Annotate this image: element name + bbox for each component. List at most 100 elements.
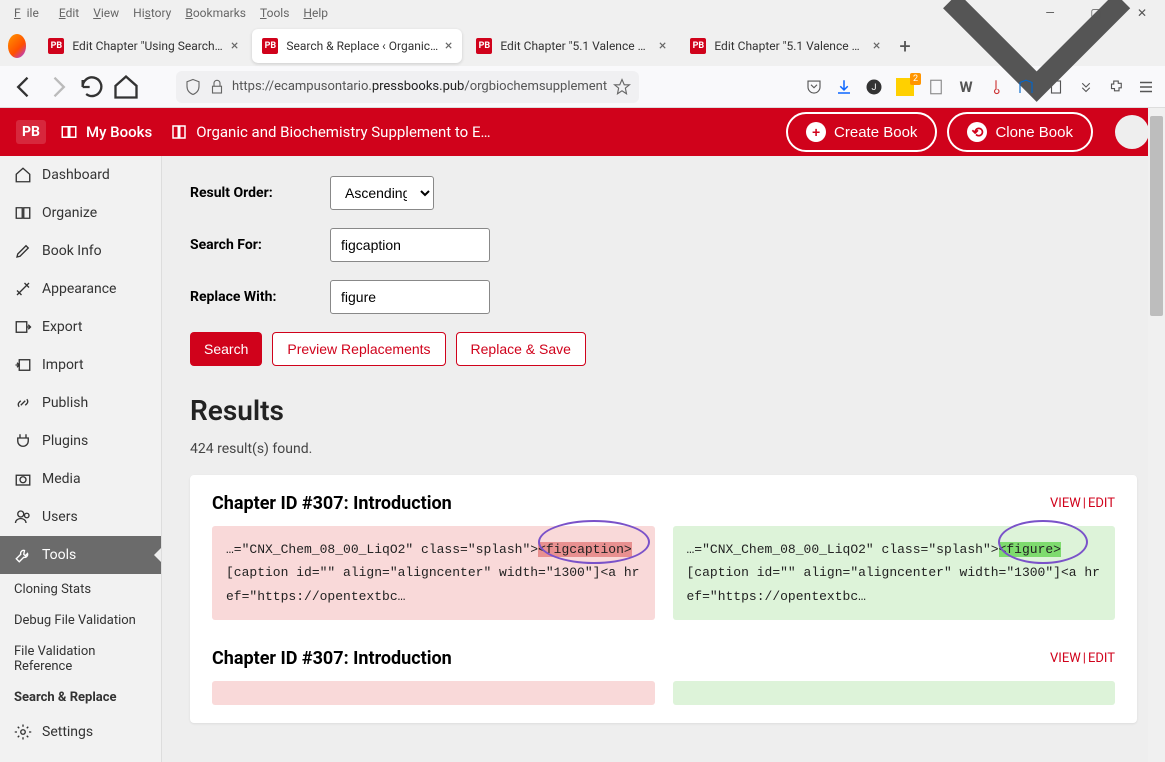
- sidebar-sub-search-replace[interactable]: Search & Replace: [0, 682, 161, 713]
- search-button[interactable]: Search: [190, 332, 262, 366]
- menu-help[interactable]: Help: [297, 4, 334, 22]
- wrench-icon: [14, 546, 32, 564]
- plug-icon: [14, 432, 32, 450]
- diff-new: [673, 681, 1116, 705]
- book-title-link[interactable]: Organic and Biochemistry Supplement to E…: [170, 123, 786, 141]
- sidebar-item-plugins[interactable]: Plugins: [0, 422, 161, 460]
- result-order-select[interactable]: Ascending: [330, 176, 434, 210]
- extension-icon[interactable]: 2: [895, 77, 915, 97]
- reload-button[interactable]: [78, 73, 106, 101]
- replace-save-button[interactable]: Replace & Save: [456, 332, 586, 366]
- pb-logo-icon[interactable]: PB: [16, 120, 46, 144]
- sidebar-item-export[interactable]: Export: [0, 308, 161, 346]
- sidebar-item-import[interactable]: Import: [0, 346, 161, 384]
- tab-close-icon[interactable]: ×: [659, 38, 666, 54]
- diff-old: …="CNX_Chem_08_00_LiqO2" class="splash">…: [212, 526, 655, 620]
- browser-tab-active[interactable]: PB Search & Replace ‹ Organic and ×: [252, 29, 462, 63]
- sidebar-item-appearance[interactable]: Appearance: [0, 270, 161, 308]
- menu-edit[interactable]: Edit: [53, 4, 85, 22]
- favicon-icon: PB: [690, 38, 706, 54]
- sidebar-item-book-info[interactable]: Book Info: [0, 232, 161, 270]
- window-minimize[interactable]: —: [1027, 0, 1073, 26]
- extensions-icon[interactable]: [1107, 78, 1125, 96]
- tab-close-icon[interactable]: ×: [873, 38, 880, 54]
- menu-file[interactable]: File: [8, 4, 51, 22]
- pocket-icon[interactable]: [805, 78, 823, 96]
- menu-view[interactable]: View: [87, 4, 125, 22]
- new-tab-button[interactable]: +: [894, 32, 915, 60]
- forward-button[interactable]: [44, 73, 72, 101]
- browser-tab[interactable]: PB Edit Chapter "5.1 Valence Bond ×: [466, 29, 676, 63]
- edit-link[interactable]: EDIT: [1088, 496, 1115, 511]
- link-icon: [14, 394, 32, 412]
- tab-label: Search & Replace ‹ Organic and: [286, 39, 439, 53]
- tab-close-icon[interactable]: ×: [231, 38, 238, 54]
- menu-history[interactable]: History: [127, 4, 177, 22]
- star-icon[interactable]: [613, 78, 631, 96]
- sidebar-item-organize[interactable]: Organize: [0, 194, 161, 232]
- sidebar-sub-debug[interactable]: Debug File Validation: [0, 605, 161, 636]
- export-icon: [14, 318, 32, 336]
- sidebar-item-users[interactable]: Users: [0, 498, 161, 536]
- book-open-icon: [14, 204, 32, 222]
- document-icon[interactable]: [927, 78, 945, 96]
- order-label: Result Order:: [190, 185, 330, 201]
- plus-icon: +: [806, 122, 826, 142]
- view-link[interactable]: VIEW: [1050, 496, 1081, 511]
- view-link[interactable]: VIEW: [1050, 651, 1081, 666]
- my-books-link[interactable]: My Books: [60, 123, 152, 141]
- sidebar-item-tools[interactable]: Tools: [0, 536, 161, 574]
- downloads-icon[interactable]: [835, 78, 853, 96]
- window-maximize[interactable]: ▢: [1073, 0, 1119, 26]
- shield-icon: [184, 78, 202, 96]
- app-header: PB My Books Organic and Biochemistry Sup…: [0, 108, 1165, 156]
- highlight-old: <figcaption>: [538, 542, 632, 557]
- scrollbar-thumb[interactable]: [1150, 116, 1163, 316]
- tab-close-icon[interactable]: ×: [445, 38, 452, 54]
- menu-tools[interactable]: Tools: [254, 4, 295, 22]
- account-icon[interactable]: J: [865, 78, 883, 96]
- admin-sidebar: Dashboard Organize Book Info Appearance …: [0, 156, 162, 762]
- clone-icon: ⟲: [967, 122, 987, 142]
- create-book-button[interactable]: +Create Book: [786, 112, 937, 152]
- clone-book-button[interactable]: ⟲Clone Book: [947, 112, 1093, 152]
- viewport: PB My Books Organic and Biochemistry Sup…: [0, 108, 1165, 762]
- menu-bookmarks[interactable]: Bookmarks: [179, 4, 252, 22]
- sidebar-item-publish[interactable]: Publish: [0, 384, 161, 422]
- favicon-icon: PB: [476, 38, 492, 54]
- sidebar-sub-cloning[interactable]: Cloning Stats: [0, 574, 161, 605]
- home-button[interactable]: [112, 73, 140, 101]
- window-close[interactable]: ✕: [1119, 0, 1165, 26]
- favicon-icon: PB: [262, 38, 278, 54]
- back-button[interactable]: [10, 73, 38, 101]
- search-for-input[interactable]: [330, 228, 490, 262]
- highlight-new: <figure>: [999, 542, 1061, 557]
- tab-label: Edit Chapter "5.1 Valence Bond: [500, 39, 653, 53]
- result-title: Chapter ID #307: Introduction: [212, 493, 1050, 514]
- sidebar-item-settings[interactable]: Settings: [0, 713, 161, 751]
- clipboard-icon[interactable]: [1047, 78, 1065, 96]
- browser-tab[interactable]: PB Edit Chapter "Using Search & Re ×: [38, 29, 248, 63]
- sidebar-sub-filevalidation[interactable]: File Validation Reference: [0, 636, 161, 682]
- library-icon[interactable]: [1017, 78, 1035, 96]
- edit-link[interactable]: EDIT: [1088, 651, 1115, 666]
- replace-label: Replace With:: [190, 289, 330, 305]
- preview-button[interactable]: Preview Replacements: [272, 332, 445, 366]
- results-count: 424 result(s) found.: [190, 441, 1137, 457]
- thermometer-icon[interactable]: [987, 78, 1005, 96]
- camera-icon: [14, 470, 32, 488]
- my-books-label: My Books: [86, 123, 152, 141]
- books-icon: [60, 123, 78, 141]
- firefox-icon[interactable]: [8, 34, 26, 58]
- overflow-icon[interactable]: [1077, 78, 1095, 96]
- address-field[interactable]: https://ecampusontario.pressbooks.pub/or…: [176, 71, 639, 103]
- browser-tab[interactable]: PB Edit Chapter "5.1 Valence Bond ×: [680, 29, 890, 63]
- user-avatar[interactable]: [1115, 115, 1149, 149]
- w-icon[interactable]: W: [957, 78, 975, 96]
- sidebar-item-dashboard[interactable]: Dashboard: [0, 156, 161, 194]
- result-title: Chapter ID #307: Introduction: [212, 648, 1050, 669]
- sidebar-item-media[interactable]: Media: [0, 460, 161, 498]
- hamburger-icon[interactable]: [1137, 78, 1155, 96]
- page-scrollbar[interactable]: [1148, 108, 1165, 762]
- replace-with-input[interactable]: [330, 280, 490, 314]
